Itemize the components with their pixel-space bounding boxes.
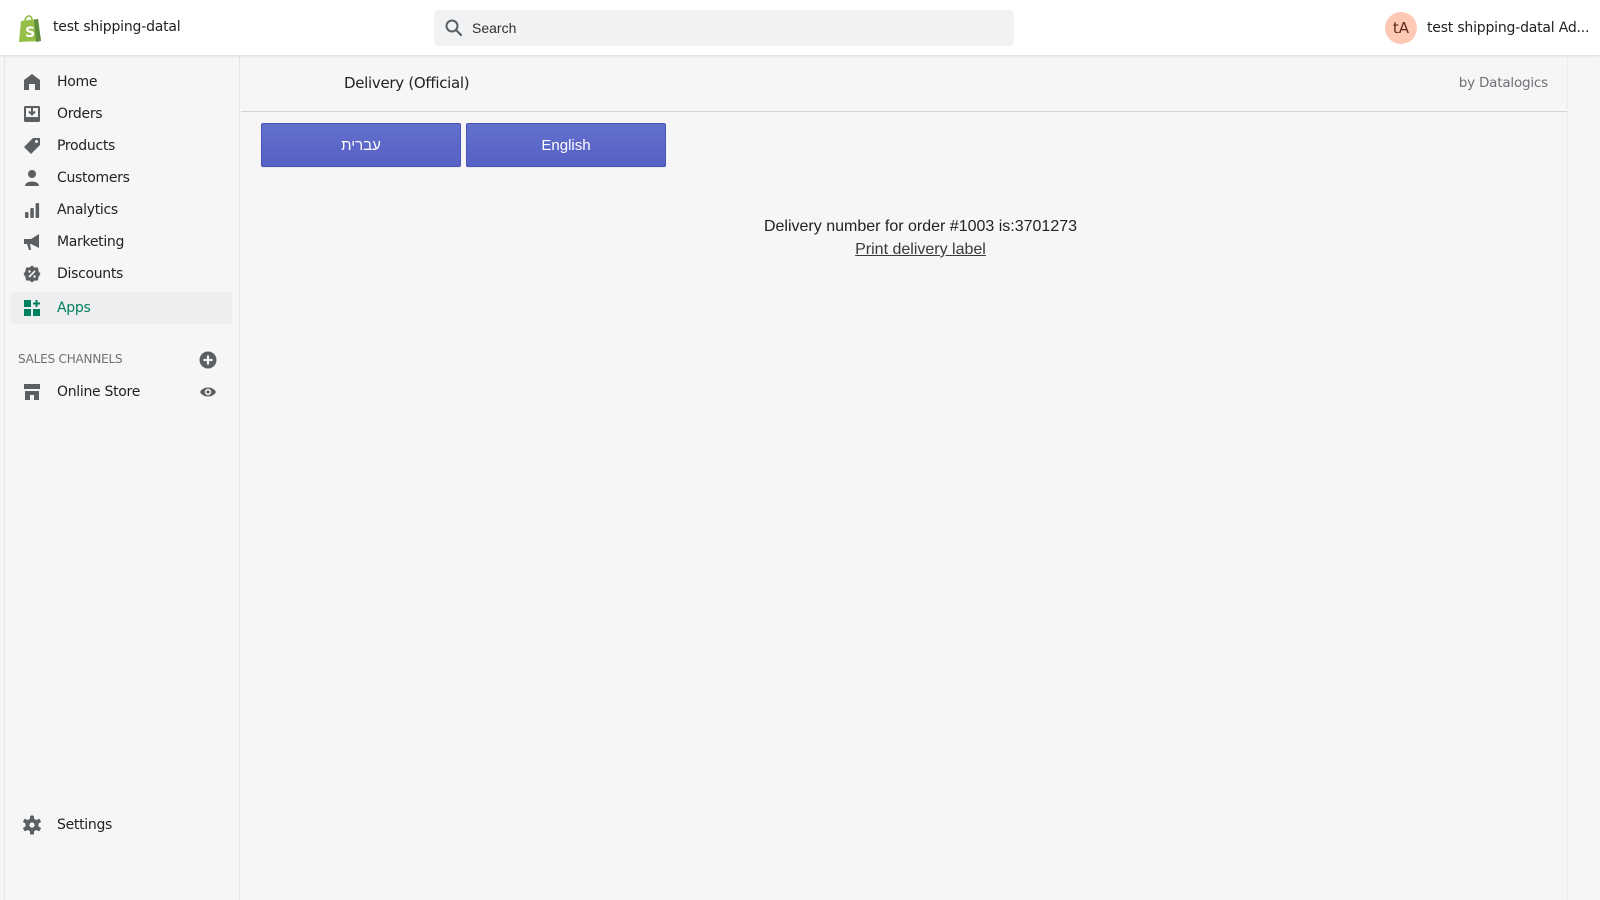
hebrew-language-button[interactable]: עברית — [261, 123, 461, 167]
shopify-logo-icon[interactable]: S — [17, 13, 43, 43]
sidebar-item-label: Marketing — [57, 234, 125, 250]
sidebar-item-settings[interactable]: Settings — [10, 809, 232, 841]
sidebar-item-label: Orders — [57, 106, 103, 122]
sidebar-item-label: Settings — [57, 817, 113, 833]
sidebar-item-label: Analytics — [57, 202, 118, 218]
delivery-number-message: Delivery number for order #1003 is:37012… — [763, 218, 1078, 235]
person-icon — [22, 168, 42, 188]
app-developer: by Datalogics — [1458, 75, 1548, 91]
sidebar-item-home[interactable]: Home — [10, 66, 232, 98]
delivery-result: Delivery number for order #1003 is:37012… — [241, 218, 1600, 259]
svg-text:S: S — [25, 25, 35, 41]
store-name[interactable]: test shipping-datal — [53, 19, 181, 35]
orders-icon — [22, 104, 42, 124]
sidebar-item-label: Products — [57, 138, 116, 154]
sidebar-item-marketing[interactable]: Marketing — [10, 226, 232, 258]
search-input[interactable] — [472, 13, 992, 43]
search-icon — [445, 19, 463, 37]
sidebar-item-customers[interactable]: Customers — [10, 162, 232, 194]
add-sales-channel-icon[interactable] — [199, 351, 217, 369]
sidebar-item-products[interactable]: Products — [10, 130, 232, 162]
app-title: Delivery (Official) — [344, 74, 470, 92]
avatar[interactable]: tA — [1385, 12, 1417, 44]
top-bar: S test shipping-datal tA test shipping-d… — [0, 0, 1600, 56]
store-icon — [22, 382, 42, 402]
gear-icon — [22, 815, 42, 835]
sidebar-item-orders[interactable]: Orders — [10, 98, 232, 130]
discount-icon — [22, 264, 42, 284]
app-header: Delivery (Official) by Datalogics — [241, 56, 1600, 112]
main-content: Delivery (Official) by Datalogics עברית … — [241, 56, 1600, 900]
search-bar[interactable] — [434, 10, 1014, 46]
sidebar-item-label: Online Store — [57, 384, 141, 400]
apps-icon — [22, 298, 42, 318]
english-language-button[interactable]: English — [466, 123, 666, 167]
right-edge-divider — [1567, 56, 1600, 900]
megaphone-icon — [22, 232, 42, 252]
user-menu[interactable]: tA test shipping-datal Ad... — [1385, 12, 1590, 44]
sidebar-item-label: Home — [57, 74, 98, 90]
home-icon — [22, 72, 42, 92]
user-name[interactable]: test shipping-datal Ad... — [1427, 20, 1590, 36]
sidebar-item-analytics[interactable]: Analytics — [10, 194, 232, 226]
sidebar-item-apps[interactable]: Apps — [10, 292, 232, 324]
sidebar: Home Orders Products Customers Analytics… — [4, 56, 240, 900]
sidebar-item-label: Apps — [57, 300, 91, 316]
sidebar-item-discounts[interactable]: Discounts — [10, 258, 232, 290]
tag-icon — [22, 136, 42, 156]
bar-chart-icon — [22, 200, 42, 220]
print-delivery-label-link[interactable]: Print delivery label — [855, 241, 986, 259]
eye-icon[interactable] — [199, 384, 217, 400]
sidebar-item-label: Discounts — [57, 266, 124, 282]
sidebar-item-label: Customers — [57, 170, 130, 186]
sales-channels-heading: SALES CHANNELS — [18, 352, 123, 366]
